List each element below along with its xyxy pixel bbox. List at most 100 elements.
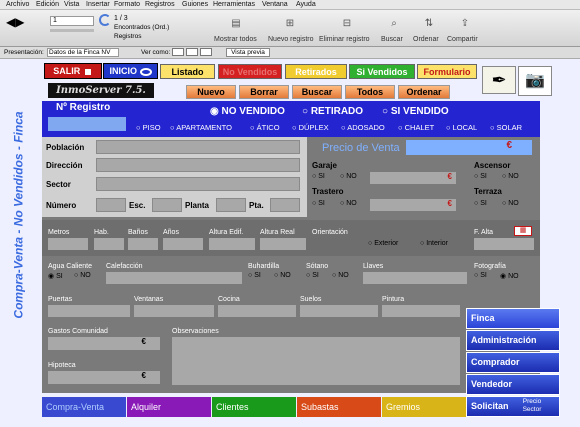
menu-archivo[interactable]: Archivo <box>6 1 29 8</box>
precio-field[interactable]: € <box>406 140 532 155</box>
agua-si[interactable]: ◉ SI <box>48 272 63 280</box>
pintura-field[interactable] <box>382 305 460 317</box>
altura-edif-field[interactable] <box>209 238 255 250</box>
trastero-si[interactable]: ○ SI <box>312 200 325 207</box>
garaje-si[interactable]: ○ SI <box>312 173 325 180</box>
share-button[interactable]: Compartir <box>447 36 478 43</box>
gastos-field[interactable]: € <box>48 337 160 350</box>
direccion-field[interactable] <box>96 158 300 172</box>
llaves-field[interactable] <box>363 272 467 284</box>
agua-no[interactable]: ○ NO <box>74 272 91 279</box>
layout-select[interactable]: Datos de la Finca NV <box>47 48 119 57</box>
type-piso[interactable]: ○ PISO <box>136 123 161 132</box>
sort-button[interactable]: Ordenar <box>413 36 439 43</box>
table-view-icon[interactable] <box>200 48 212 56</box>
ascensor-no[interactable]: ○ NO <box>502 173 519 180</box>
search-icon[interactable]: ⌕ <box>388 18 400 30</box>
puertas-field[interactable] <box>48 305 130 317</box>
terraza-si[interactable]: ○ SI <box>474 200 487 207</box>
garaje-no[interactable]: ○ NO <box>340 173 357 180</box>
menu-edicion[interactable]: Edición <box>36 1 59 8</box>
status-si-vendido[interactable]: ○ SI VENDIDO <box>382 106 449 117</box>
menu-ayuda[interactable]: Ayuda <box>296 1 316 8</box>
type-duplex[interactable]: ○ DÚPLEX <box>292 123 329 132</box>
ventanas-field[interactable] <box>134 305 214 317</box>
home-button[interactable]: INICIO <box>103 63 158 79</box>
record-number-field[interactable]: 1 <box>50 16 94 26</box>
todos-button[interactable]: Todos <box>345 85 395 99</box>
prev-next-icon[interactable]: ◀▶ <box>6 14 24 30</box>
type-atico[interactable]: ○ ÁTICO <box>250 123 280 132</box>
buscar-button[interactable]: Buscar <box>292 85 342 99</box>
poblacion-field[interactable] <box>96 140 300 154</box>
orientacion-interior[interactable]: ○ Interior <box>420 240 448 247</box>
f-alta-field[interactable] <box>474 238 534 250</box>
record-slider[interactable] <box>50 29 94 32</box>
tab-si-vendidos[interactable]: Si Vendidos <box>349 64 415 79</box>
tab-clientes[interactable]: Clientes <box>212 397 296 417</box>
menu-vendedor[interactable]: Vendedor <box>466 374 560 395</box>
tab-gremios[interactable]: Gremios <box>382 397 466 417</box>
menu-administracion[interactable]: Administración <box>466 330 560 351</box>
anos-field[interactable] <box>163 238 203 250</box>
cocina-field[interactable] <box>218 305 296 317</box>
form-view-icon[interactable] <box>172 48 184 56</box>
foto-no[interactable]: ◉ NO <box>500 272 519 280</box>
menu-comprador[interactable]: Comprador <box>466 352 560 373</box>
esc-field[interactable] <box>152 198 182 212</box>
sort-icon[interactable]: ⇅ <box>423 18 435 30</box>
camera-icon[interactable]: 📷 <box>518 66 552 96</box>
metros-field[interactable] <box>48 238 88 250</box>
calendar-icon[interactable]: ▦ <box>514 226 532 236</box>
tab-no-vendidos[interactable]: No Vendidos <box>218 64 282 79</box>
sector-field[interactable] <box>96 177 300 191</box>
buhardilla-no[interactable]: ○ NO <box>274 272 291 279</box>
search-button[interactable]: Buscar <box>381 36 403 43</box>
tab-subastas[interactable]: Subastas <box>297 397 381 417</box>
foto-si[interactable]: ○ SI <box>474 272 487 279</box>
tab-retirados[interactable]: Retirados <box>285 64 347 79</box>
list-view-icon[interactable] <box>186 48 198 56</box>
borrar-button[interactable]: Borrar <box>239 85 289 99</box>
menu-finca[interactable]: Finca <box>466 308 560 329</box>
sotano-si[interactable]: ○ SI <box>306 272 319 279</box>
suelos-field[interactable] <box>300 305 378 317</box>
banos-field[interactable] <box>128 238 158 250</box>
ascensor-si[interactable]: ○ SI <box>474 173 487 180</box>
garaje-price[interactable]: € <box>370 172 456 184</box>
terraza-no[interactable]: ○ NO <box>502 200 519 207</box>
menu-vista[interactable]: Vista <box>64 1 79 8</box>
exit-button[interactable]: SALIR <box>44 63 102 79</box>
menu-insertar[interactable]: Insertar <box>86 1 110 8</box>
show-all-icon[interactable]: ▤ <box>230 18 242 30</box>
type-local[interactable]: ○ LOCAL <box>446 123 477 132</box>
status-retirado[interactable]: ○ RETIRADO <box>302 106 363 117</box>
status-no-vendido[interactable]: ◉ NO VENDIDO <box>210 106 285 117</box>
sotano-no[interactable]: ○ NO <box>332 272 349 279</box>
trastero-no[interactable]: ○ NO <box>340 200 357 207</box>
pta-field[interactable] <box>270 198 300 212</box>
pen-icon[interactable]: ✒ <box>482 66 516 94</box>
planta-field[interactable] <box>216 198 246 212</box>
numero-field[interactable] <box>96 198 126 212</box>
preview-button[interactable]: Vista previa <box>226 48 270 57</box>
type-chalet[interactable]: ○ CHALET <box>398 123 434 132</box>
calefaccion-field[interactable] <box>106 272 242 284</box>
menu-ventana[interactable]: Ventana <box>262 1 288 8</box>
menu-herramientas[interactable]: Herramientas <box>213 1 255 8</box>
show-all-button[interactable]: Mostrar todos <box>214 36 257 43</box>
share-icon[interactable]: ⇪ <box>459 18 471 30</box>
hab-field[interactable] <box>94 238 124 250</box>
type-apartamento[interactable]: ○ APARTAMENTO <box>170 123 232 132</box>
menu-guiones[interactable]: Guiones <box>182 1 208 8</box>
menu-formato[interactable]: Formato <box>114 1 140 8</box>
menu-solicitan[interactable]: Solicitan Precio Sector <box>466 396 560 417</box>
new-record-icon[interactable]: ⊞ <box>284 18 296 30</box>
type-solar[interactable]: ○ SOLAR <box>490 123 522 132</box>
delete-record-button[interactable]: Eliminar registro <box>319 36 370 43</box>
observaciones-field[interactable] <box>172 337 460 385</box>
registro-field[interactable] <box>48 117 126 131</box>
menu-registros[interactable]: Registros <box>145 1 175 8</box>
nuevo-button[interactable]: Nuevo <box>186 85 236 99</box>
orientacion-exterior[interactable]: ○ Exterior <box>368 240 398 247</box>
